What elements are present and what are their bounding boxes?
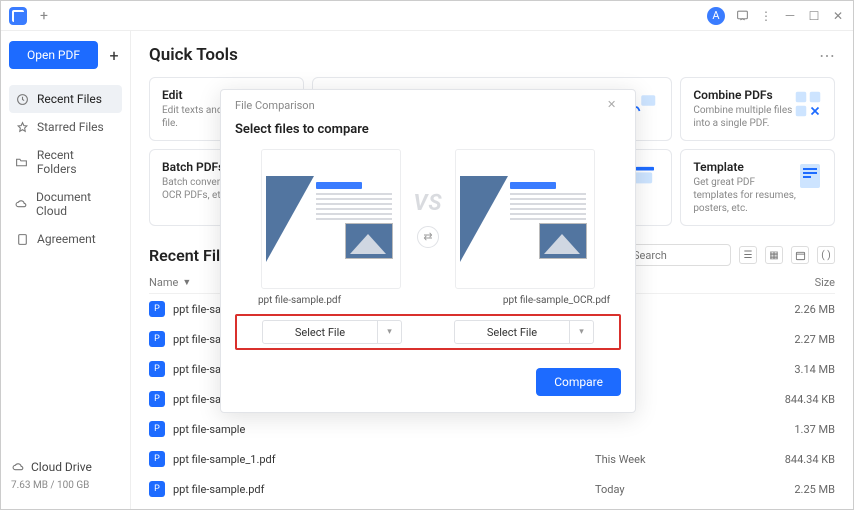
chevron-down-icon[interactable]: ▾ xyxy=(377,321,401,343)
right-file-name: ppt file-sample_OCR.pdf xyxy=(492,295,621,306)
dialog-close-icon[interactable]: ✕ xyxy=(607,98,621,112)
swap-button[interactable]: ⇄ xyxy=(417,226,439,248)
chevron-down-icon[interactable]: ▾ xyxy=(569,321,593,343)
dialog-heading: Select files to compare xyxy=(235,122,621,137)
right-select-file-button[interactable]: Select File xyxy=(455,321,569,343)
left-select-file-button[interactable]: Select File xyxy=(263,321,377,343)
left-file-thumbnail[interactable] xyxy=(261,149,401,289)
file-comparison-dialog: File Comparison ✕ Select files to compar… xyxy=(220,89,636,413)
select-file-highlight: Select File ▾ Select File ▾ xyxy=(235,314,621,350)
compare-button[interactable]: Compare xyxy=(536,368,621,396)
dialog-title: File Comparison xyxy=(235,99,315,112)
right-file-thumbnail[interactable] xyxy=(455,149,595,289)
left-file-name: ppt file-sample.pdf xyxy=(235,295,364,306)
left-select-file[interactable]: Select File ▾ xyxy=(262,320,402,344)
vs-label: VS xyxy=(413,191,442,216)
right-select-file[interactable]: Select File ▾ xyxy=(454,320,594,344)
